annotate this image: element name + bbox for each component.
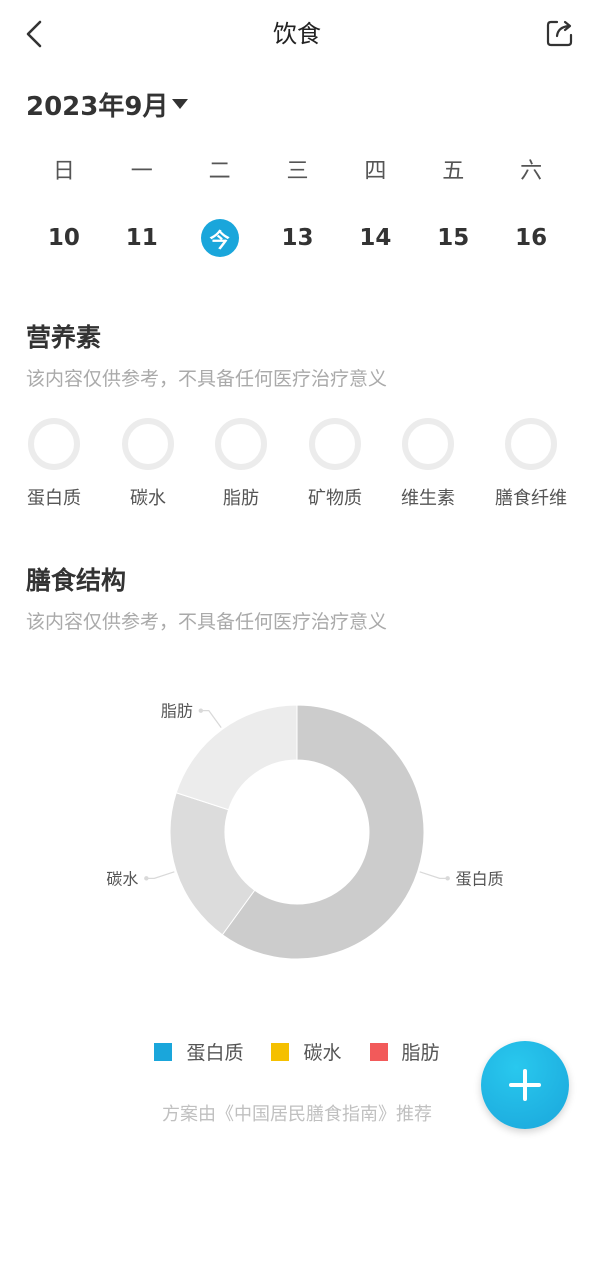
date-number: 16 — [515, 225, 548, 251]
label-leader-line — [200, 710, 222, 728]
weekday-label: 二 — [208, 159, 231, 184]
month-selector[interactable]: 2023年9月 — [26, 86, 189, 122]
legend-label: 碳水 — [303, 1042, 342, 1064]
label-leader-dot — [144, 876, 149, 881]
share-button[interactable] — [544, 16, 576, 50]
nutrient-label: 蛋白质 — [27, 488, 81, 509]
nutrient-label: 碳水 — [130, 488, 166, 509]
slice-label: 蛋白质 — [456, 869, 504, 888]
weekday-label: 六 — [520, 159, 543, 184]
legend-swatch — [154, 1042, 173, 1061]
date-number: 13 — [281, 225, 314, 251]
diet-donut-chart: 蛋白质 碳水 脂肪 — [106, 702, 504, 960]
today-badge: 今 — [200, 219, 239, 257]
header-bar: 饮食 — [0, 0, 594, 68]
weekday-label: 五 — [442, 159, 465, 184]
plus-icon — [509, 1069, 541, 1101]
nutrient-progress-ring — [28, 418, 80, 470]
weekday-label: 四 — [364, 159, 387, 184]
nutrient-list: 蛋白质 碳水 脂肪 矿物质 维生素 膳食纤维 — [0, 418, 594, 518]
slice-label: 碳水 — [106, 869, 138, 888]
date-cell[interactable]: 15 — [414, 216, 492, 260]
nutrient-item-fat[interactable]: 脂肪 — [211, 418, 271, 510]
share-icon — [546, 20, 573, 47]
legend-swatch — [369, 1042, 388, 1061]
date-number: 15 — [437, 225, 470, 251]
label-leader-dot — [445, 876, 450, 881]
label-leader-dot — [198, 708, 204, 713]
weekday-label: 日 — [52, 159, 75, 184]
nutrient-item-vitamins[interactable]: 维生素 — [398, 418, 458, 510]
nutrients-subtitle: 该内容仅供参考，不具备任何医疗治疗意义 — [26, 368, 388, 390]
date-cell[interactable]: 16 — [492, 216, 570, 260]
nutrients-title: 营养素 — [26, 323, 102, 352]
weekday-label: 一 — [130, 159, 153, 184]
date-cell[interactable]: 14 — [336, 216, 414, 260]
donut-slice-2[interactable] — [175, 704, 298, 811]
nutrient-progress-ring — [215, 418, 267, 470]
nutrient-item-protein[interactable]: 蛋白质 — [24, 418, 84, 510]
date-cell-today[interactable]: 今 — [181, 216, 259, 260]
nutrient-progress-ring — [505, 418, 557, 470]
legend-item-protein[interactable]: 蛋白质 — [154, 1038, 243, 1065]
nutrient-item-fiber[interactable]: 膳食纤维 — [491, 418, 571, 510]
weekday-row: 日 一 二 三 四 五 六 — [25, 150, 570, 194]
legend-swatch — [271, 1042, 290, 1061]
add-record-button[interactable] — [481, 1041, 569, 1129]
diet-structure-title: 膳食结构 — [26, 566, 127, 595]
legend-item-fat[interactable]: 脂肪 — [369, 1038, 440, 1065]
date-cell[interactable]: 11 — [103, 216, 181, 260]
nutrient-label: 脂肪 — [223, 488, 259, 509]
legend-label: 蛋白质 — [186, 1042, 244, 1064]
nutrient-item-minerals[interactable]: 矿物质 — [305, 418, 365, 510]
date-row: 10 11 今 13 14 15 16 — [25, 216, 570, 260]
nutrient-label: 维生素 — [401, 488, 455, 509]
date-cell[interactable]: 13 — [259, 216, 337, 260]
date-number: 14 — [359, 225, 392, 251]
legend-item-carbs[interactable]: 碳水 — [271, 1038, 342, 1065]
month-label: 2023年9月 — [26, 91, 169, 122]
date-cell[interactable]: 10 — [25, 216, 103, 260]
weekday-label: 三 — [286, 159, 309, 184]
legend-label: 脂肪 — [401, 1042, 440, 1064]
caret-down-icon — [172, 99, 189, 109]
nutrient-label: 膳食纤维 — [495, 488, 567, 509]
nutrient-progress-ring — [402, 418, 454, 470]
nutrient-item-carbs[interactable]: 碳水 — [118, 418, 178, 510]
label-leader-line — [419, 871, 448, 879]
date-number: 11 — [125, 225, 158, 251]
nutrient-label: 矿物质 — [308, 488, 362, 509]
nutrient-progress-ring — [122, 418, 174, 470]
slice-label: 脂肪 — [161, 702, 193, 721]
diet-structure-subtitle: 该内容仅供参考，不具备任何医疗治疗意义 — [26, 611, 388, 633]
label-leader-line — [146, 871, 175, 879]
page-title: 饮食 — [273, 20, 321, 48]
nutrient-progress-ring — [309, 418, 361, 470]
date-number: 10 — [47, 225, 80, 251]
